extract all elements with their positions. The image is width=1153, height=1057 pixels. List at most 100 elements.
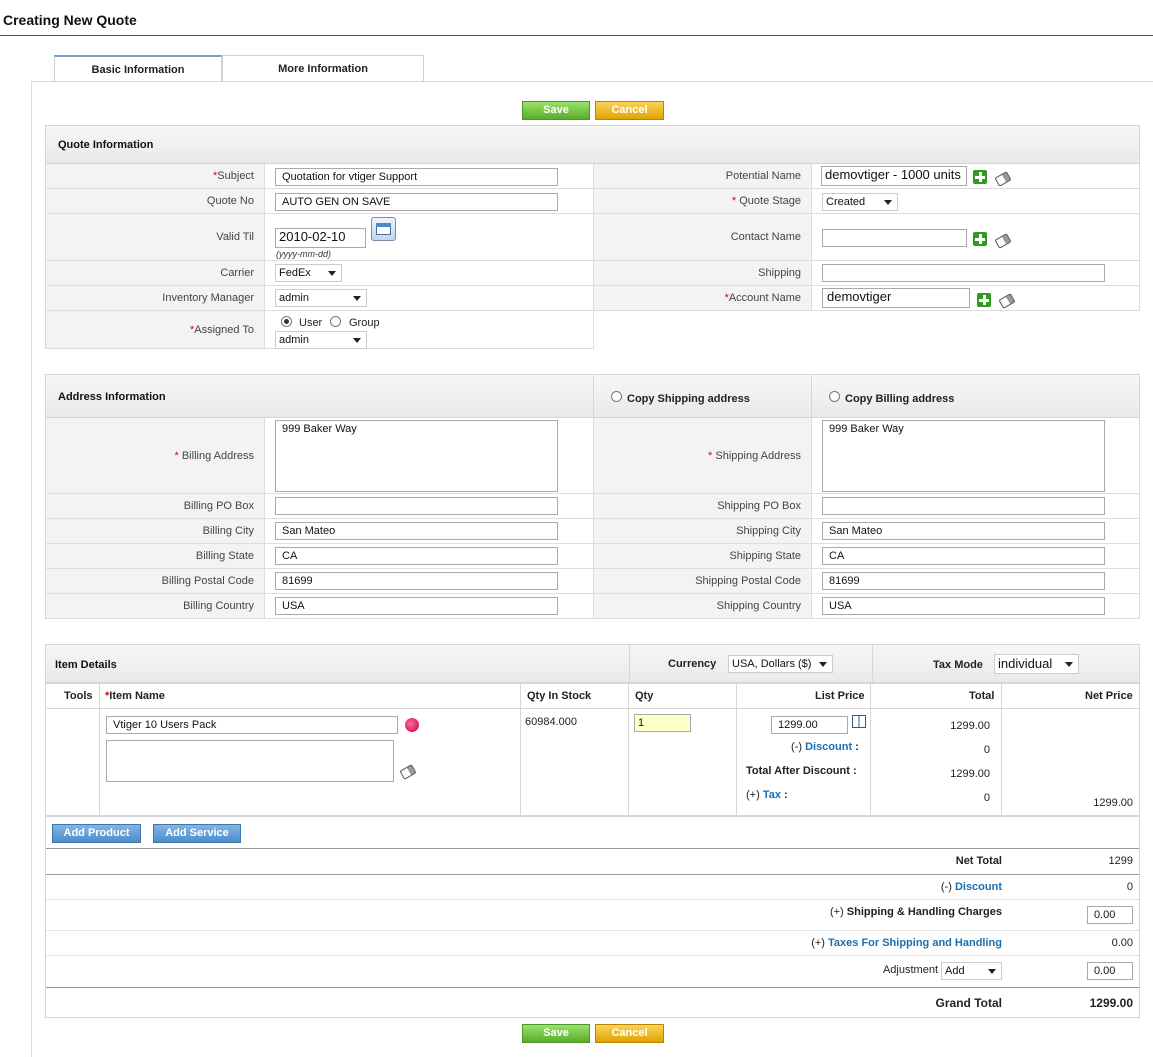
adjustment-type-select[interactable]: Add xyxy=(941,962,1002,980)
assigned-to-label: *Assigned To xyxy=(45,311,265,349)
copy-billing-radio[interactable] xyxy=(829,391,840,402)
billing-city-label: Billing City xyxy=(45,519,265,544)
item-row-divider xyxy=(46,815,1139,817)
calendar-icon[interactable] xyxy=(371,217,396,241)
contact-name-label: Contact Name xyxy=(594,214,812,261)
add-account-plus-icon[interactable] xyxy=(977,293,991,307)
net-total-label: Net Total xyxy=(955,855,1002,867)
total-discount-link[interactable]: (-) Discount xyxy=(700,881,1002,893)
cancel-button-top[interactable]: Cancel xyxy=(595,101,664,120)
potential-name-label: Potential Name xyxy=(594,164,812,189)
billing-country-label: Billing Country xyxy=(45,594,265,619)
valid-till-input[interactable]: 2010-02-10 xyxy=(275,228,366,248)
item-details-header: Item Details xyxy=(46,645,630,683)
column-tools: Tools xyxy=(64,690,93,702)
billing-state-input[interactable]: CA xyxy=(275,547,558,565)
assigned-user-radio[interactable] xyxy=(281,316,292,327)
totals-top-divider xyxy=(46,848,1139,849)
account-name-input[interactable]: demovtiger xyxy=(822,288,970,308)
quote-stage-select[interactable]: Created xyxy=(822,193,898,211)
billing-state-label: Billing State xyxy=(45,544,265,569)
shipping-country-input[interactable]: USA xyxy=(822,597,1105,615)
list-price-input[interactable]: 1299.00 xyxy=(771,716,848,734)
item-net-price: 1299.00 xyxy=(1093,797,1133,809)
shipping-handling-label: (+) Shipping & Handling Charges xyxy=(829,906,1002,918)
total-discount-value: 0 xyxy=(1126,881,1133,893)
copy-billing-label: Copy Billing address xyxy=(845,393,955,405)
shipping-city-input[interactable]: San Mateo xyxy=(822,522,1105,540)
add-contact-plus-icon[interactable] xyxy=(973,232,987,246)
assigned-to-select[interactable]: admin xyxy=(275,331,367,349)
account-name-label: *Account Name xyxy=(594,286,812,311)
valid-till-label: Valid Til xyxy=(45,214,265,261)
cancel-button-bottom[interactable]: Cancel xyxy=(595,1024,664,1043)
tab-more-information[interactable]: More Information xyxy=(222,55,424,82)
item-description-textarea[interactable] xyxy=(106,740,394,782)
billing-po-input[interactable] xyxy=(275,497,558,515)
total-after-discount-label: Total After Discount : xyxy=(746,765,857,777)
item-total-after-discount: 1299.00 xyxy=(950,768,990,780)
tax-mode-label: Tax Mode xyxy=(933,659,983,671)
subject-label: *Subject xyxy=(45,164,265,189)
tab-basic-information[interactable]: Basic Information xyxy=(54,55,222,82)
item-tax-link[interactable]: (+) Tax : xyxy=(746,789,788,801)
save-button-top[interactable]: Save xyxy=(522,101,590,120)
col-sep xyxy=(736,683,737,816)
grand-total-value: 1299.00 xyxy=(1089,996,1133,1010)
add-product-button[interactable]: Add Product xyxy=(52,824,141,843)
col-sep xyxy=(520,683,521,816)
assigned-user-label: User xyxy=(299,317,323,329)
billing-city-input[interactable]: San Mateo xyxy=(275,522,558,540)
address-information-header: Address Information xyxy=(45,374,594,418)
shipping-postal-input[interactable]: 81699 xyxy=(822,572,1105,590)
billing-address-textarea[interactable]: 999 Baker Way xyxy=(275,420,558,492)
qty-input[interactable]: 1 xyxy=(634,714,691,732)
add-service-button[interactable]: Add Service xyxy=(153,824,241,843)
shipping-po-input[interactable] xyxy=(822,497,1105,515)
shipping-state-label: Shipping State xyxy=(594,544,812,569)
carrier-label: Carrier xyxy=(45,261,265,286)
add-potential-plus-icon[interactable] xyxy=(973,170,987,184)
quote-no-input[interactable]: AUTO GEN ON SAVE xyxy=(275,193,558,211)
product-search-icon[interactable] xyxy=(405,718,419,732)
price-book-icon[interactable] xyxy=(852,715,866,728)
quote-stage-label: * Quote Stage xyxy=(594,189,812,214)
item-discount-link[interactable]: (-) Discount : xyxy=(791,741,859,753)
taxes-shipping-link[interactable]: (+) Taxes For Shipping and Handling xyxy=(700,937,1002,949)
copy-shipping-label: Copy Shipping address xyxy=(627,393,750,405)
shipping-address-label: * Shipping Address xyxy=(594,418,812,494)
shipping-country-label: Shipping Country xyxy=(594,594,812,619)
subject-input[interactable]: Quotation for vtiger Support xyxy=(275,168,558,186)
inventory-manager-select[interactable]: admin xyxy=(275,289,367,307)
carrier-select[interactable]: FedEx xyxy=(275,264,342,282)
totals-divider xyxy=(46,874,1139,875)
adjustment-input[interactable]: 0.00 xyxy=(1087,962,1133,980)
billing-country-input[interactable]: USA xyxy=(275,597,558,615)
column-item-name: *Item Name xyxy=(105,690,165,702)
item-name-input[interactable]: Vtiger 10 Users Pack xyxy=(106,716,398,734)
item-discount-value: 0 xyxy=(983,744,990,756)
assigned-group-radio[interactable] xyxy=(330,316,341,327)
save-button-bottom[interactable]: Save xyxy=(522,1024,590,1043)
potential-name-input[interactable]: demovtiger - 1000 units xyxy=(821,166,967,186)
shipping-handling-input[interactable]: 0.00 xyxy=(1087,906,1133,924)
shipping-po-label: Shipping PO Box xyxy=(594,494,812,519)
copy-shipping-radio[interactable] xyxy=(611,391,622,402)
shipping-address-textarea[interactable]: 999 Baker Way xyxy=(822,420,1105,492)
currency-select[interactable]: USA, Dollars ($) xyxy=(728,655,833,673)
net-total-value: 1299 xyxy=(1108,855,1133,867)
billing-postal-label: Billing Postal Code xyxy=(45,569,265,594)
billing-po-label: Billing PO Box xyxy=(45,494,265,519)
column-qty-in-stock: Qty In Stock xyxy=(527,690,592,702)
tax-mode-select[interactable]: individual xyxy=(994,654,1079,674)
shipping-state-input[interactable]: CA xyxy=(822,547,1105,565)
contact-name-input[interactable] xyxy=(822,229,967,247)
tabs-divider xyxy=(31,81,1153,82)
assigned-group-label: Group xyxy=(349,317,380,329)
totals-dotted-divider xyxy=(46,955,1139,956)
shipping-input[interactable] xyxy=(822,264,1105,282)
billing-postal-input[interactable]: 81699 xyxy=(275,572,558,590)
totals-dotted-divider xyxy=(46,899,1139,900)
shipping-postal-label: Shipping Postal Code xyxy=(594,569,812,594)
column-qty: Qty xyxy=(635,690,654,702)
